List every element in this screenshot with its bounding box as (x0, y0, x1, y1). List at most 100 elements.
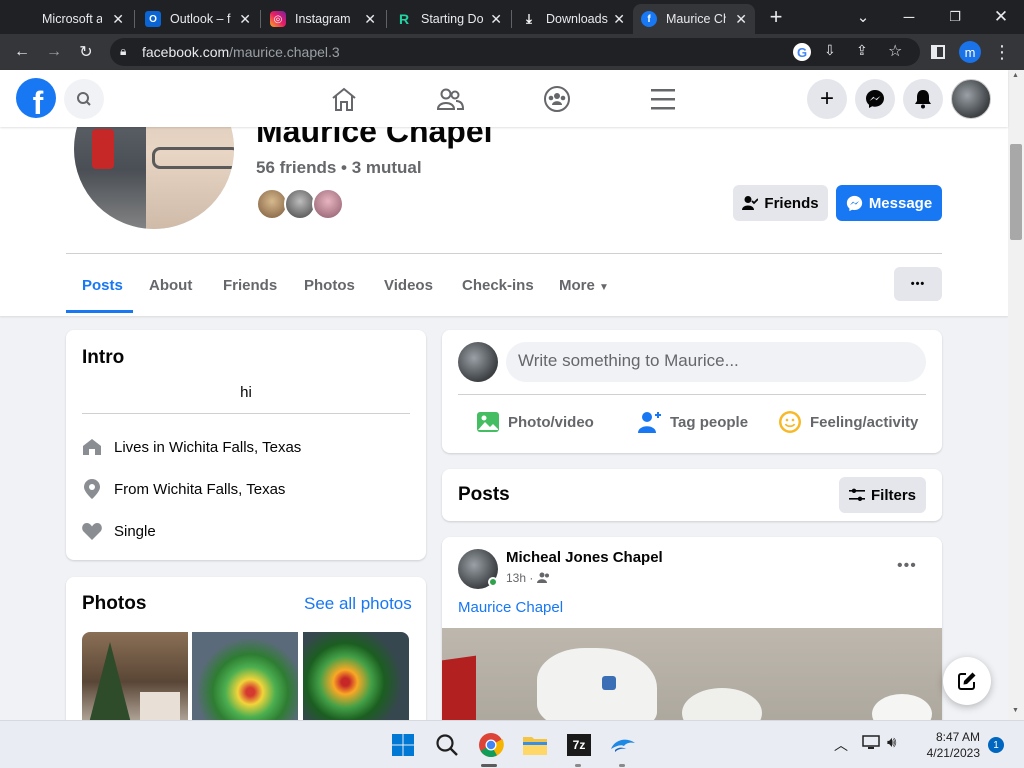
browser-tab-starting[interactable]: R Starting Do ✕ (388, 4, 510, 34)
active-app-indicator (481, 764, 497, 767)
browser-tab-facebook-active[interactable]: f Maurice Ch ✕ (633, 4, 755, 34)
tab-search-icon[interactable]: ⌄ (840, 0, 886, 34)
download-icon: ⤓ (526, 11, 532, 26)
post-options-icon[interactable]: ••• (897, 557, 917, 575)
side-panel-icon[interactable] (926, 40, 950, 64)
forward-icon[interactable]: → (42, 40, 66, 64)
profile-page: Maurice Chapel 56 friends • 3 mutual Fri… (0, 127, 1008, 720)
browser-tab-downloads[interactable]: ⤓ Downloads ✕ (513, 4, 633, 34)
scrollbar-thumb[interactable] (1010, 144, 1022, 240)
message-button[interactable]: Message (836, 185, 942, 221)
minimize-button[interactable]: ─ (886, 0, 932, 34)
post-author-name[interactable]: Micheal Jones Chapel (506, 549, 663, 566)
profile-avatar[interactable]: m (958, 40, 982, 64)
facebook-logo-icon[interactable]: f (16, 78, 56, 118)
install-icon[interactable]: ⇩ (824, 42, 836, 59)
friends-icon[interactable] (436, 86, 465, 117)
back-icon[interactable]: ← (10, 40, 34, 64)
post-timestamp[interactable]: 13h · (506, 571, 533, 585)
outlook-icon: O (145, 11, 161, 27)
tab-title: Microsoft a (42, 12, 102, 26)
close-tab-icon[interactable]: ✕ (112, 11, 124, 28)
browser-tab-instagram[interactable]: ◎ Instagram ✕ (262, 4, 384, 34)
filters-icon (848, 488, 865, 501)
search-icon[interactable] (64, 79, 104, 119)
chrome-icon[interactable] (477, 731, 505, 759)
network-icon[interactable] (862, 735, 880, 756)
tab-videos[interactable]: Videos (384, 277, 433, 294)
home-icon[interactable] (330, 86, 358, 117)
create-plus-icon[interactable]: + (807, 79, 847, 119)
close-tab-icon[interactable]: ✕ (490, 11, 502, 28)
friends-button[interactable]: Friends (733, 185, 828, 221)
messenger-icon (846, 195, 862, 211)
restore-button[interactable]: ❐ (932, 0, 978, 34)
composer-avatar[interactable] (458, 342, 498, 382)
feeling-activity-button[interactable]: Feeling/activity (778, 410, 918, 434)
profile-options-button[interactable]: ••• (894, 267, 942, 301)
scroll-down-arrow-icon[interactable]: ▼ (1012, 707, 1019, 714)
post-composer-card: Write something to Maurice... Photo/vide… (442, 330, 942, 453)
tab-title: Downloads (546, 12, 608, 26)
messenger-icon[interactable] (855, 79, 895, 119)
tab-more[interactable]: More ▼ (559, 277, 609, 294)
clock-date: 4/21/2023 (926, 746, 980, 760)
notification-badge[interactable]: 1 (988, 737, 1004, 753)
photo-video-button[interactable]: Photo/video (476, 410, 594, 434)
new-tab-button[interactable]: + (754, 0, 798, 34)
browser-tab-microsoft[interactable]: Microsoft a ✕ (10, 4, 132, 34)
reload-icon[interactable]: ↻ (74, 40, 98, 64)
notifications-bell-icon[interactable] (903, 79, 943, 119)
search-icon[interactable] (433, 731, 461, 759)
photo-thumbnail-radar-map[interactable] (192, 632, 298, 720)
close-tab-icon[interactable]: ✕ (364, 11, 376, 28)
close-tab-icon[interactable]: ✕ (239, 11, 251, 28)
menu-hamburger-icon[interactable] (650, 87, 676, 116)
share-icon[interactable]: ⇪ (856, 42, 868, 59)
volume-icon[interactable]: 🔊︎ (887, 734, 896, 751)
tab-friends[interactable]: Friends (223, 277, 277, 294)
profile-name: Maurice Chapel (256, 127, 493, 149)
account-avatar[interactable] (951, 79, 991, 119)
heart-icon (82, 521, 102, 541)
new-message-compose-icon[interactable] (943, 657, 991, 705)
groups-icon[interactable] (543, 85, 571, 118)
post-card: Micheal Jones Chapel 13h · ••• Maurice C… (442, 537, 942, 720)
tab-title: Outlook – f (170, 12, 231, 26)
tab-check-ins[interactable]: Check-ins (462, 277, 534, 294)
windows-start-icon[interactable] (389, 731, 417, 759)
tab-posts[interactable]: Posts (82, 277, 123, 294)
address-bar[interactable]: 🔒︎ facebook.com/maurice.chapel.3 G ⇩ ⇪ ☆ (110, 38, 920, 66)
tag-people-button[interactable]: Tag people (638, 410, 748, 434)
close-tab-icon[interactable]: ✕ (735, 11, 747, 28)
mutual-friend-avatar[interactable] (312, 188, 344, 220)
close-tab-icon[interactable]: ✕ (613, 11, 625, 28)
clock[interactable]: 8:47 AM 4/21/2023 (910, 729, 980, 761)
tab-about[interactable]: About (149, 277, 192, 294)
photo-thumbnail-radar-map[interactable] (303, 632, 409, 720)
friends-count[interactable]: 56 friends • 3 mutual (256, 158, 422, 178)
browser-tab-outlook[interactable]: O Outlook – f ✕ (137, 4, 259, 34)
7zip-icon[interactable]: 7z (565, 731, 593, 759)
see-all-photos-link[interactable]: See all photos (304, 594, 412, 614)
dolphin-icon[interactable] (609, 731, 637, 759)
bookmark-star-icon[interactable]: ☆ (888, 41, 902, 61)
profile-picture[interactable] (70, 127, 238, 233)
filters-button[interactable]: Filters (839, 477, 926, 513)
show-hidden-icons-chevron-icon[interactable]: ︿ (834, 735, 848, 755)
tab-photos[interactable]: Photos (304, 277, 355, 294)
composer-input[interactable]: Write something to Maurice... (506, 342, 926, 382)
google-lens-icon[interactable]: G (793, 43, 811, 61)
post-image[interactable] (442, 628, 942, 720)
intro-card: Intro hi Lives in Wichita Falls, Texas F… (66, 330, 426, 560)
close-window-button[interactable]: ✕ (978, 0, 1024, 34)
caret-down-icon: ▼ (599, 282, 609, 293)
file-explorer-icon[interactable] (521, 731, 549, 759)
photo-thumbnail-christmas-tree[interactable] (82, 632, 188, 720)
smiley-icon (779, 411, 801, 433)
page-scrollbar[interactable]: ▲ ▼ (1008, 70, 1024, 720)
chrome-menu-icon[interactable]: ⋮ (990, 40, 1014, 64)
running-app-indicator (619, 764, 625, 767)
tagged-person-link[interactable]: Maurice Chapel (458, 599, 563, 616)
scroll-up-arrow-icon[interactable]: ▲ (1012, 72, 1019, 79)
